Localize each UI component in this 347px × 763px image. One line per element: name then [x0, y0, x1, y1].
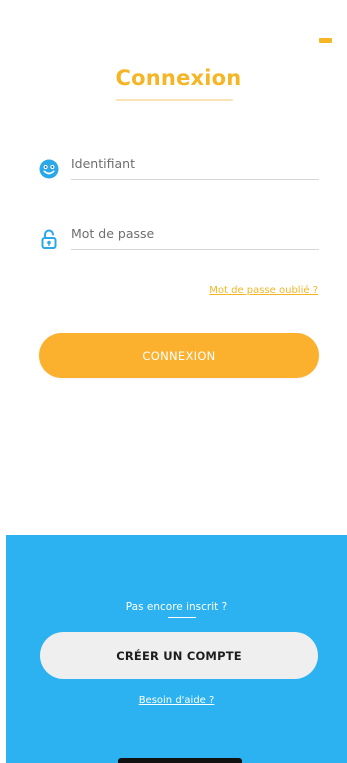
password-field[interactable]: Mot de passe — [36, 222, 319, 264]
identifiant-input[interactable]: Identifiant — [71, 156, 135, 171]
password-underline — [71, 249, 319, 250]
smiley-face-icon — [39, 159, 59, 179]
login-button[interactable]: CONNEXION — [39, 333, 319, 378]
help-link[interactable]: Besoin d'aide ? — [6, 695, 347, 706]
padlock-icon — [41, 229, 57, 249]
password-input[interactable]: Mot de passe — [71, 226, 154, 241]
home-indicator — [118, 758, 242, 763]
signup-panel: Pas encore inscrit ? CRÉER UN COMPTE Bes… — [6, 535, 347, 763]
title-underline — [116, 99, 233, 101]
create-account-button[interactable]: CRÉER UN COMPTE — [40, 632, 318, 679]
menu-dash-icon[interactable] — [319, 38, 332, 43]
identifiant-field[interactable]: Identifiant — [36, 152, 319, 194]
forgot-password-link[interactable]: Mot de passe oublié ? — [209, 285, 318, 296]
identifiant-underline — [71, 179, 319, 180]
page-title: Connexion — [115, 66, 242, 90]
not-registered-underline — [168, 617, 196, 618]
not-registered-label: Pas encore inscrit ? — [125, 601, 228, 613]
login-screen: Connexion Identifiant Mot de passe Mot d… — [0, 0, 347, 763]
